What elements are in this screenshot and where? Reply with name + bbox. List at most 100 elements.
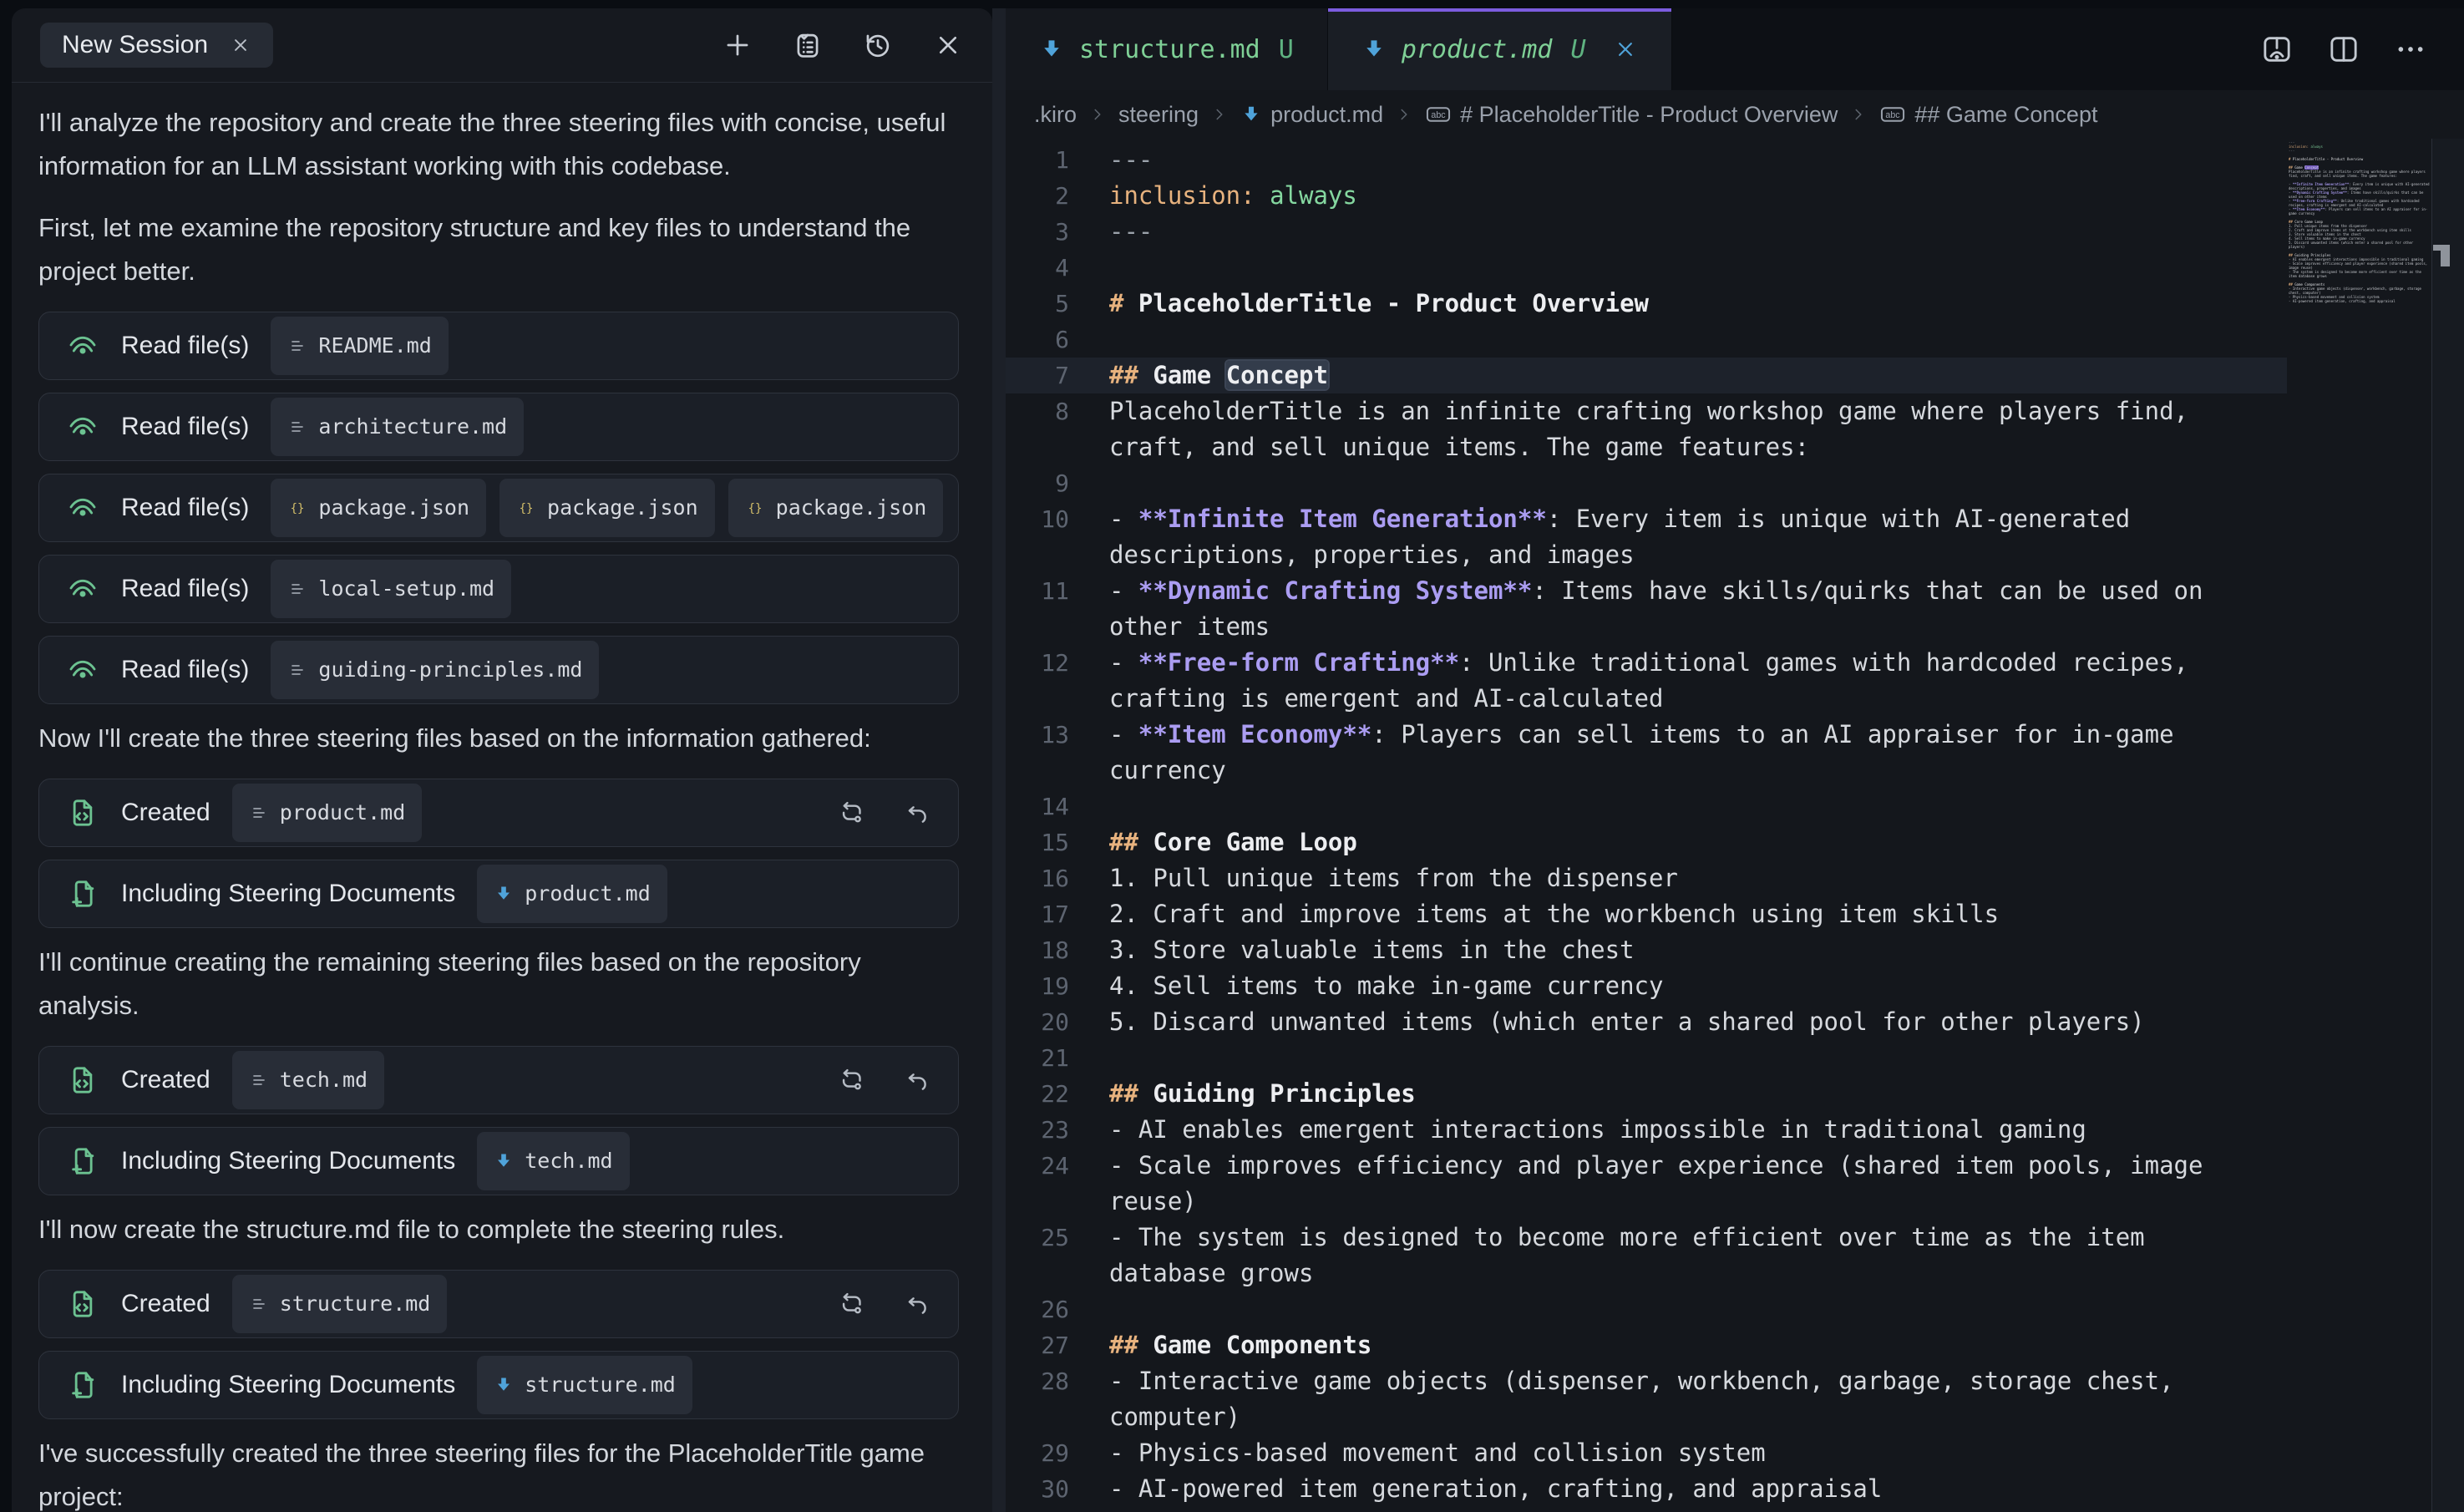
code-line: 15## Core Game Loop xyxy=(1006,824,2287,860)
line-number: 18 xyxy=(1006,932,1109,968)
panel-resizer[interactable] xyxy=(992,8,1006,1512)
breadcrumb-item[interactable]: abc# PlaceholderTitle - Product Overview xyxy=(1425,101,1838,128)
close-panel-icon[interactable] xyxy=(932,29,964,61)
code-token: Game xyxy=(1153,361,1225,389)
file-chips: architecture.md xyxy=(271,398,524,456)
file-chips: structure.md xyxy=(232,1275,448,1333)
code-line: 21 xyxy=(1006,1040,2287,1076)
file-chip-label: package.json xyxy=(318,486,469,530)
file-chip[interactable]: {} package.json xyxy=(271,479,486,537)
file-code-icon xyxy=(66,1063,99,1097)
file-chip[interactable]: guiding-principles.md xyxy=(271,641,599,699)
assistant-message: Now I'll create the three steering files… xyxy=(38,717,959,760)
eye-icon xyxy=(66,572,99,606)
code-area[interactable]: 1---2inclusion: always3---45# Placeholde… xyxy=(1006,142,2287,1507)
breadcrumb-item[interactable]: .kiro xyxy=(1034,102,1077,128)
tool-card[interactable]: Read file(s){}package.json{}package.json… xyxy=(38,474,959,542)
history-icon[interactable] xyxy=(862,29,894,61)
undo-icon[interactable] xyxy=(903,1066,931,1094)
line-number: 22 xyxy=(1006,1076,1109,1112)
diff-icon[interactable] xyxy=(838,1290,866,1318)
tool-card[interactable]: Including Steering Documentsproduct.md xyxy=(38,860,959,928)
code-line: 13- **Item Economy**: Players can sell i… xyxy=(1006,717,2287,789)
code-text xyxy=(1109,465,2250,501)
code-line: 25- The system is designed to become mor… xyxy=(1006,1220,2287,1291)
code-token: - Scale improves efficiency and player e… xyxy=(1109,1151,2218,1215)
code-text: - Physics-based movement and collision s… xyxy=(1109,1435,2250,1471)
svg-text:{}: {} xyxy=(291,502,305,515)
line-number: 5 xyxy=(1006,286,1109,322)
file-chips: {}package.json{}package.json{}package.js… xyxy=(271,479,943,537)
task-list-icon[interactable] xyxy=(792,29,824,61)
code-token: PlaceholderTitle - Product Overview xyxy=(1138,289,1649,317)
breadcrumb-item[interactable]: product.md xyxy=(1240,102,1383,128)
minimap-line: - AI-powered item generation, crafting, … xyxy=(2289,299,2431,303)
tool-card-actions xyxy=(838,1066,931,1094)
file-chip[interactable]: local-setup.md xyxy=(271,560,511,618)
code-text: ## Game Concept xyxy=(1109,358,2250,393)
new-session-icon[interactable] xyxy=(722,29,753,61)
code-text: - The system is designed to become more … xyxy=(1109,1220,2250,1291)
session-tab[interactable]: New Session xyxy=(40,23,273,68)
code-token: - AI-powered item generation, crafting, … xyxy=(1109,1474,1882,1503)
git-status-badge: U xyxy=(1279,35,1294,64)
file-chip[interactable]: tech.md xyxy=(477,1132,629,1190)
file-chip[interactable]: structure.md xyxy=(232,1275,448,1333)
undo-icon[interactable] xyxy=(903,1290,931,1318)
code-text: - AI enables emergent interactions impos… xyxy=(1109,1112,2250,1148)
editor-body[interactable]: 1---2inclusion: always3---45# Placeholde… xyxy=(1006,139,2464,1512)
split-editor-icon[interactable] xyxy=(2327,33,2360,66)
tool-card[interactable]: Including Steering Documentstech.md xyxy=(38,1127,959,1195)
file-chip[interactable]: product.md xyxy=(477,865,667,923)
minimap-line: - **Dynamic Crafting System**: Items hav… xyxy=(2289,190,2431,199)
undo-icon[interactable] xyxy=(903,799,931,827)
braces-icon: {} xyxy=(287,498,307,518)
tool-card[interactable]: Including Steering Documentsstructure.md xyxy=(38,1351,959,1419)
file-chip[interactable]: {}package.json xyxy=(499,479,715,537)
breadcrumb-item[interactable]: steering xyxy=(1118,102,1199,128)
diff-icon[interactable] xyxy=(838,1066,866,1094)
eye-icon xyxy=(66,653,99,687)
code-token: **Item Economy** xyxy=(1138,720,1371,748)
tool-card[interactable]: Createdtech.md xyxy=(38,1046,959,1114)
editor-panel: structure.mdUproduct.mdU .kirosteeringpr… xyxy=(1006,8,2464,1512)
line-number: 24 xyxy=(1006,1148,1109,1220)
tool-card[interactable]: Createdstructure.md xyxy=(38,1270,959,1338)
line-number: 13 xyxy=(1006,717,1109,789)
tab-close-icon[interactable] xyxy=(1613,37,1638,62)
session-close-icon[interactable] xyxy=(230,34,251,56)
tool-card[interactable]: Read file(s) architecture.md xyxy=(38,393,959,461)
tool-card-label: Read file(s) xyxy=(121,405,249,449)
tool-card[interactable]: Createdproduct.md xyxy=(38,779,959,847)
code-line: 2inclusion: always xyxy=(1006,178,2287,214)
editor-tab-product.md[interactable]: product.mdU xyxy=(1328,8,1672,90)
more-actions-icon[interactable] xyxy=(2394,33,2427,66)
markdown-arrow-icon xyxy=(1240,104,1262,125)
code-token: 1. Pull unique items from the dispenser xyxy=(1109,864,1678,892)
breadcrumb-item[interactable]: abc## Game Concept xyxy=(1879,101,2097,128)
code-token: - xyxy=(1109,576,1138,605)
open-preview-icon[interactable] xyxy=(2260,33,2294,66)
file-chip[interactable]: structure.md xyxy=(477,1356,692,1414)
file-chip[interactable]: tech.md xyxy=(232,1051,384,1109)
markdown-arrow-icon xyxy=(1039,37,1064,62)
file-lines-icon xyxy=(249,1070,269,1090)
file-chip[interactable]: README.md xyxy=(271,317,448,375)
code-text: - **Infinite Item Generation**: Every it… xyxy=(1109,501,2250,573)
code-token: Core Game Loop xyxy=(1153,828,1356,856)
assistant-message: I'll analyze the repository and create t… xyxy=(38,101,959,188)
line-number: 12 xyxy=(1006,645,1109,717)
diff-icon[interactable] xyxy=(838,799,866,827)
file-chip[interactable]: product.md xyxy=(232,784,423,842)
file-chip[interactable]: architecture.md xyxy=(271,398,524,456)
code-token: **Infinite Item Generation** xyxy=(1138,505,1547,533)
tool-card[interactable]: Read file(s)local-setup.md xyxy=(38,555,959,623)
tool-card[interactable]: Read file(s)guiding-principles.md xyxy=(38,636,959,704)
code-text xyxy=(1109,789,2250,824)
minimap[interactable]: ---inclusion: always---# PlaceholderTitl… xyxy=(2289,140,2431,303)
file-chip[interactable]: {}package.json xyxy=(728,479,944,537)
file-chips: structure.md xyxy=(477,1356,692,1414)
editor-tab-structure.md[interactable]: structure.mdU xyxy=(1006,8,1328,90)
tool-card[interactable]: Read file(s)README.md xyxy=(38,312,959,380)
line-number: 1 xyxy=(1006,142,1109,178)
